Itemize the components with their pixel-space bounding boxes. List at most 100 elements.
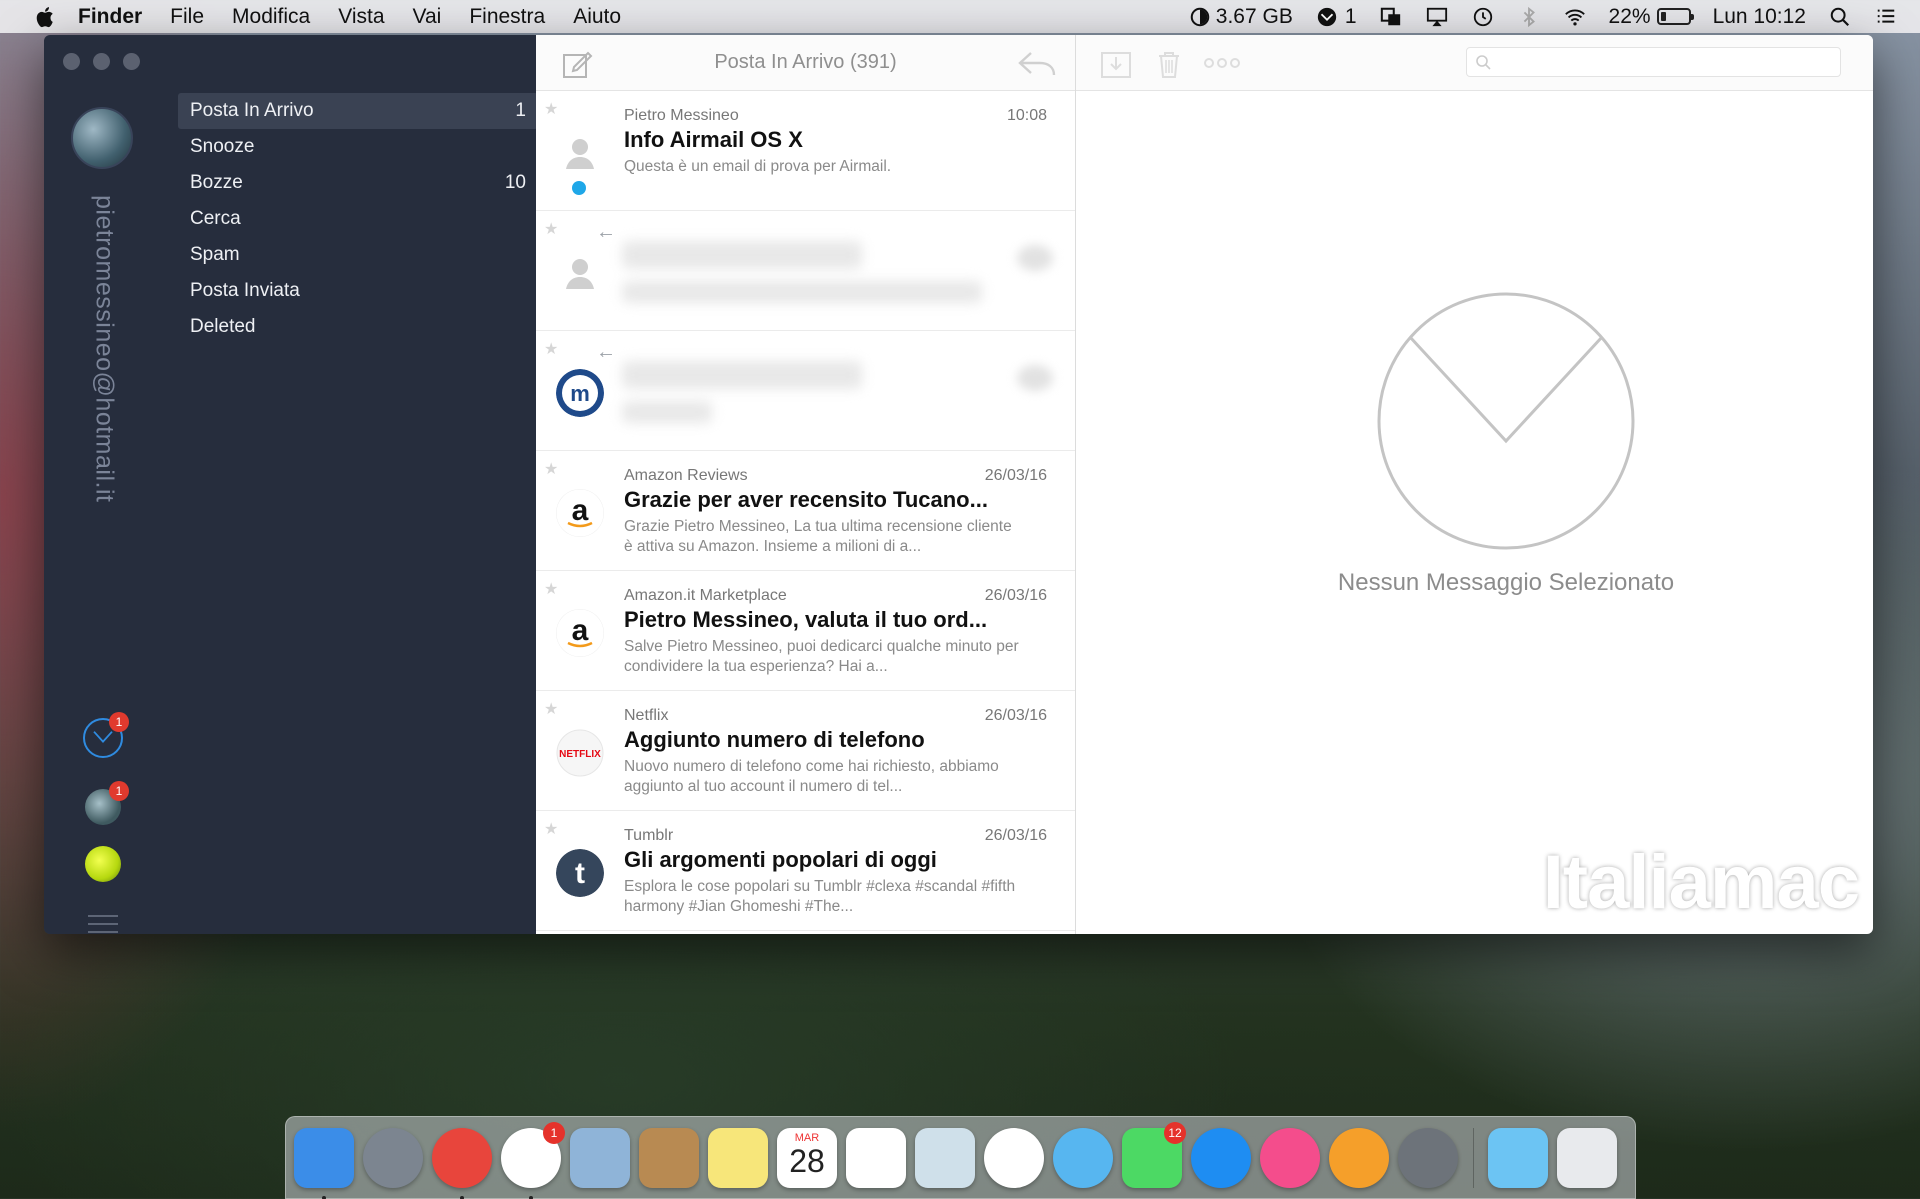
menu-icon[interactable]	[88, 915, 118, 934]
dock-separator	[1473, 1127, 1474, 1188]
display-icon[interactable]	[1379, 6, 1403, 28]
dock-chrome-icon[interactable]	[432, 1127, 492, 1199]
dock-mail-icon[interactable]	[570, 1127, 630, 1188]
menu-aiuto[interactable]: Aiuto	[573, 5, 621, 29]
search-input[interactable]	[1466, 47, 1841, 77]
message-list-toolbar: Posta In Arrivo (391)	[536, 35, 1075, 91]
svg-text:NETFLIX: NETFLIX	[559, 749, 601, 760]
account-email: pietromessineo@hotmail.it	[90, 195, 119, 503]
dock-preview-icon[interactable]	[915, 1127, 975, 1188]
airmail-count: 1	[1344, 4, 1357, 28]
folder-spam[interactable]: Spam	[178, 237, 538, 273]
star-icon[interactable]: ★	[544, 339, 558, 359]
person-avatar-icon	[556, 129, 604, 177]
dock-contacts-icon[interactable]	[639, 1127, 699, 1188]
star-icon[interactable]: ★	[544, 459, 558, 479]
folder-drafts[interactable]: Bozze 10	[178, 165, 538, 201]
account-airmail[interactable]: 1	[83, 712, 129, 758]
tumblr-avatar-icon: t	[556, 849, 604, 897]
list-item[interactable]: ★ a Amazon.it Marketplace 26/03/16 Pietr…	[536, 571, 1075, 691]
folder-deleted[interactable]: Deleted	[178, 309, 538, 345]
calendar-day: 28	[789, 1142, 825, 1179]
star-icon[interactable]: ★	[544, 699, 558, 719]
compose-icon[interactable]	[562, 49, 594, 79]
apple-icon[interactable]	[28, 5, 64, 29]
wifi-icon[interactable]	[1563, 6, 1587, 28]
dock-system-preferences-icon[interactable]	[1398, 1127, 1458, 1188]
list-item[interactable]: ★ ←	[536, 211, 1075, 331]
svg-text:m: m	[570, 381, 590, 406]
list-item[interactable]: ★ ← m	[536, 331, 1075, 451]
menu-bar: Finder File Modifica Vista Vai Finestra …	[0, 0, 1920, 33]
bluetooth-icon[interactable]	[1517, 6, 1541, 28]
dock: 1 MAR 28 12	[285, 1116, 1636, 1199]
folder-inbox[interactable]: Posta In Arrivo 1	[178, 93, 538, 129]
list-item[interactable]: ★ t Tumblr 26/03/16 Gli argomenti popola…	[536, 811, 1075, 931]
account-photo[interactable]: 1	[85, 781, 129, 825]
account-badge: 1	[109, 781, 129, 801]
menu-vai[interactable]: Vai	[413, 5, 442, 29]
archive-icon[interactable]	[1100, 49, 1132, 79]
reply-icon[interactable]	[1017, 49, 1057, 77]
list-item[interactable]: ★ a Amazon Reviews 26/03/16 Grazie per a…	[536, 451, 1075, 571]
battery-icon	[1656, 8, 1694, 25]
message-date: 26/03/16	[984, 467, 1047, 484]
dock-reminders-icon[interactable]	[846, 1127, 906, 1188]
notification-icon[interactable]	[1874, 6, 1898, 28]
star-icon[interactable]: ★	[544, 579, 558, 599]
trash-icon[interactable]	[1156, 49, 1182, 79]
minimize-button[interactable]	[93, 53, 110, 70]
running-indicator	[322, 1195, 326, 1199]
dock-messages-icon[interactable]	[1053, 1127, 1113, 1188]
dock-calendar-icon[interactable]: MAR 28	[777, 1127, 837, 1188]
airmail-status[interactable]: 1	[1315, 5, 1357, 29]
star-icon[interactable]: ★	[544, 819, 558, 839]
menu-file[interactable]: File	[170, 5, 204, 29]
dock-launchpad-icon[interactable]	[363, 1127, 423, 1188]
menu-finestra[interactable]: Finestra	[469, 5, 545, 29]
folder-sent[interactable]: Posta Inviata	[178, 273, 538, 309]
blurred-date	[1017, 245, 1053, 271]
memory-status[interactable]: 3.67 GB	[1188, 5, 1293, 29]
star-icon[interactable]: ★	[544, 99, 558, 119]
dock-app-store-icon[interactable]	[1191, 1127, 1251, 1188]
dock-ibooks-icon[interactable]	[1329, 1127, 1389, 1188]
spotlight-icon[interactable]	[1828, 6, 1852, 28]
clock[interactable]: Lun 10:12	[1713, 5, 1806, 29]
folder-search[interactable]: Cerca	[178, 201, 538, 237]
time-machine-icon[interactable]	[1471, 6, 1495, 28]
empty-mail-icon	[1377, 292, 1635, 550]
search-icon	[1476, 55, 1491, 70]
list-item[interactable]: ★ NETFLIX Netflix 26/03/16 Aggiunto nume…	[536, 691, 1075, 811]
airplay-icon[interactable]	[1425, 6, 1449, 28]
dock-airmail-icon[interactable]: 1	[501, 1121, 565, 1199]
dock-finder-icon[interactable]	[294, 1127, 354, 1199]
menu-vista[interactable]: Vista	[338, 5, 384, 29]
dock-facetime-icon[interactable]: 12	[1122, 1121, 1186, 1188]
memory-value: 3.67 GB	[1215, 4, 1293, 28]
account-avatar[interactable]	[71, 107, 133, 169]
folder-sidebar: Posta In Arrivo 1 Snooze Bozze 10 Cerca …	[166, 35, 538, 934]
dock-downloads-folder-icon[interactable]	[1488, 1127, 1548, 1188]
dock-notes-icon[interactable]	[708, 1127, 768, 1188]
more-icon[interactable]	[1204, 57, 1240, 69]
account-badge: 1	[109, 712, 129, 732]
memory-icon	[1190, 7, 1210, 26]
close-button[interactable]	[63, 53, 80, 70]
star-icon[interactable]: ★	[544, 219, 558, 239]
unread-dot	[572, 181, 586, 195]
folder-snooze[interactable]: Snooze	[178, 129, 538, 165]
message-date: 26/03/16	[984, 707, 1047, 724]
zoom-button[interactable]	[123, 53, 140, 70]
menu-modifica[interactable]: Modifica	[232, 5, 310, 29]
dock-trash-icon[interactable]	[1557, 1127, 1617, 1188]
message-sender: Pietro Messineo	[624, 107, 739, 124]
dock-itunes-icon[interactable]	[1260, 1127, 1320, 1188]
account-tennis-ball[interactable]	[85, 846, 121, 882]
battery-status[interactable]: 22%	[1609, 5, 1694, 29]
list-item[interactable]: ★ Pietro Messineo 10:08 Info Airmail OS …	[536, 91, 1075, 211]
dock-photos-icon[interactable]	[984, 1127, 1044, 1188]
menu-app-name[interactable]: Finder	[78, 5, 142, 29]
message-preview: Nuovo numero di telefono come hai richie…	[624, 758, 999, 795]
message-subject: Info Airmail OS X	[624, 127, 803, 152]
